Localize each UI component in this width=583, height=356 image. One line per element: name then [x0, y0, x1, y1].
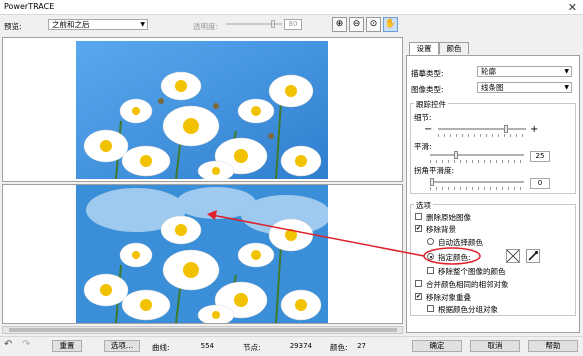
curves-value: 554 — [200, 342, 214, 350]
annotation-arrowhead — [207, 210, 217, 220]
options-button[interactable]: 选项... — [104, 340, 140, 352]
undo-icon[interactable]: ↶ — [4, 339, 12, 350]
curves-label: 曲线: — [152, 343, 170, 352]
highlight-ellipse — [423, 247, 481, 265]
annotation-overlay — [207, 210, 481, 265]
ok-button[interactable]: 确定 — [412, 340, 462, 352]
redo-icon[interactable]: ↷ — [22, 339, 30, 350]
annotation-arrow-line — [211, 214, 425, 257]
nodes-label: 节点: — [243, 343, 261, 352]
reset-button[interactable]: 重置 — [52, 340, 82, 352]
colors-label: 颜色: — [330, 343, 348, 352]
colors-value: 27 — [357, 342, 366, 350]
nodes-value: 29374 — [289, 342, 312, 350]
help-button[interactable]: 帮助 — [528, 340, 578, 352]
cancel-button[interactable]: 取消 — [470, 340, 520, 352]
